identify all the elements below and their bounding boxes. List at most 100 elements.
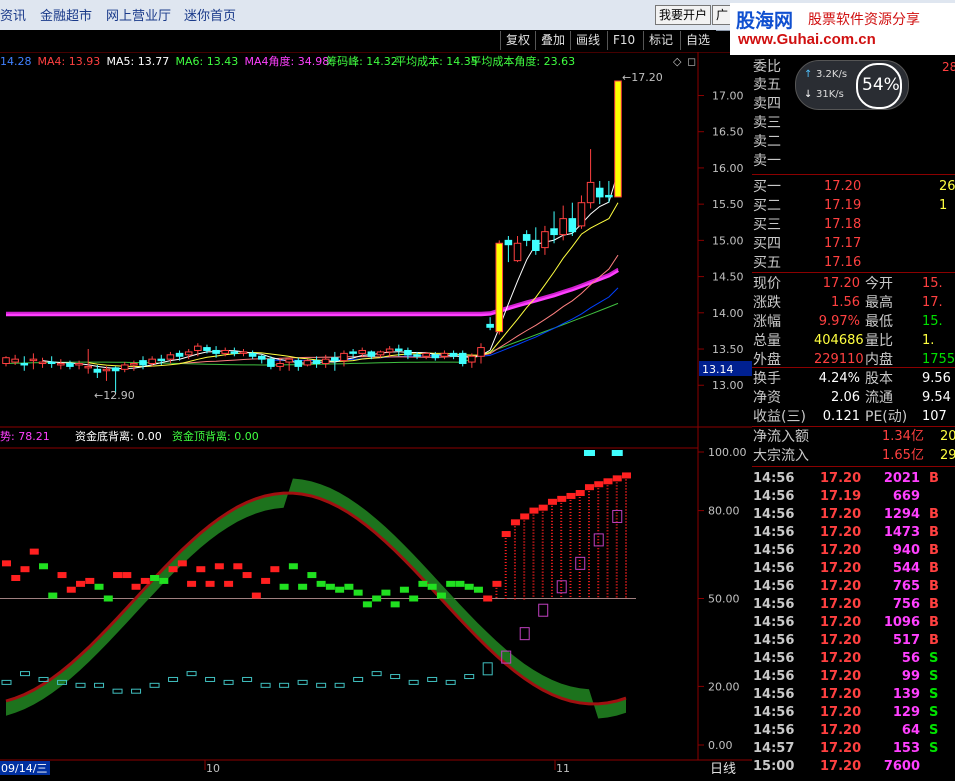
price-axis-label: 13.50 bbox=[712, 343, 744, 356]
fund-flow-extra: 20 bbox=[940, 429, 955, 444]
candle bbox=[595, 187, 604, 198]
indicator-bar bbox=[298, 583, 308, 590]
ma-legend-item: 14.28 bbox=[0, 55, 32, 68]
indicator-box bbox=[112, 688, 123, 694]
indicator-bar bbox=[446, 580, 456, 587]
stat-value: 15. bbox=[922, 276, 943, 291]
tick-price: 17.20 bbox=[820, 507, 862, 522]
stat-label: 今开 bbox=[865, 276, 893, 292]
indicator-bar bbox=[11, 574, 21, 581]
tick-price: 17.20 bbox=[820, 579, 862, 594]
menu-finance-market[interactable]: 金融超市 bbox=[40, 5, 92, 24]
candle bbox=[559, 218, 567, 236]
indicator-box bbox=[1, 679, 12, 685]
toolbar-overlay-button[interactable]: 叠加 bbox=[535, 31, 570, 50]
tick-time: 14:56 bbox=[753, 579, 795, 594]
tick-time: 14:56 bbox=[753, 597, 795, 612]
candle bbox=[321, 358, 330, 365]
indicator-bar bbox=[492, 580, 502, 587]
date-start: 09/14/三 bbox=[1, 762, 47, 775]
indicator-box bbox=[464, 674, 475, 680]
open-account-button[interactable]: 我要开户 bbox=[655, 5, 712, 25]
bid-level-label: 买三 bbox=[753, 217, 781, 233]
restore-icon[interactable]: ◻ bbox=[687, 55, 696, 68]
candle bbox=[367, 351, 376, 357]
guhai-logo[interactable]: 股海网 股票软件资源分享 www.Guhai.com.cn bbox=[730, 3, 955, 55]
stat-value: 2.06 bbox=[831, 390, 860, 405]
candle bbox=[257, 355, 266, 360]
upload-speed: 3.2K/s bbox=[816, 69, 848, 80]
indicator-bar bbox=[538, 504, 548, 511]
menu-mini-home[interactable]: 迷你首页 bbox=[184, 5, 236, 24]
indicator-bar bbox=[612, 475, 622, 482]
period-selector[interactable]: 日线 bbox=[710, 762, 736, 777]
diamond-icon: ◇ bbox=[673, 55, 682, 68]
tick-volume: 765 bbox=[892, 579, 920, 594]
toolbar-mark-button[interactable]: 标记 bbox=[643, 31, 678, 50]
tick-side: B bbox=[929, 507, 939, 522]
indicator-bar bbox=[455, 580, 465, 587]
ad-button[interactable]: 广 bbox=[712, 5, 732, 25]
indicator-bar bbox=[372, 595, 382, 602]
stat-value: 1. bbox=[922, 333, 935, 348]
ask-level-label: 卖四 bbox=[753, 96, 781, 112]
candle bbox=[513, 242, 522, 262]
tick-volume: 99 bbox=[901, 669, 920, 684]
indicator-box bbox=[482, 662, 493, 676]
indicator-axis-label: 100.00 bbox=[708, 446, 747, 459]
stat-label: 最高 bbox=[865, 295, 893, 311]
indicator-box bbox=[279, 682, 290, 688]
quote-panel: 委比 28 卖五 卖四 卖三 卖二 卖一 买一 17.20 26 买二 17.19 1 买三 17.1… bbox=[752, 52, 955, 781]
main-chart[interactable]: 14.28 MA4: 13.93 MA5: 13.77 MA6: 13.43 MA4角度… bbox=[0, 52, 752, 781]
indicator-axis-label: 80.00 bbox=[708, 505, 740, 518]
indicator-axis-label: 0.00 bbox=[708, 739, 733, 752]
fund-flow-label: 大宗流入 bbox=[753, 448, 809, 464]
indicator-bar bbox=[122, 572, 132, 579]
indicator-box bbox=[205, 676, 216, 682]
candle bbox=[285, 358, 293, 363]
bid-price: 17.16 bbox=[824, 255, 862, 270]
tick-time: 15:00 bbox=[753, 759, 795, 774]
menu-news[interactable]: 资讯 bbox=[0, 5, 26, 24]
menu-online-hall[interactable]: 网上营业厅 bbox=[106, 5, 171, 24]
candle bbox=[75, 363, 83, 366]
bid-price: 17.17 bbox=[824, 236, 862, 251]
bid-volume: 26 bbox=[939, 179, 955, 194]
indicator-box bbox=[131, 688, 142, 694]
indicator-box bbox=[408, 679, 419, 685]
toolbar-draw-button[interactable]: 画线 bbox=[570, 31, 605, 50]
tick-price: 17.20 bbox=[820, 687, 862, 702]
price-axis-label: 15.00 bbox=[712, 234, 744, 247]
indicator-bar bbox=[427, 583, 437, 590]
indicator-bar bbox=[288, 563, 298, 570]
indicator-bar bbox=[159, 577, 169, 584]
toolbar-watchlist-button[interactable]: 自选 bbox=[680, 31, 715, 50]
indicator-bar bbox=[66, 586, 76, 593]
candle bbox=[303, 360, 312, 366]
fund-flow-value: 1.65亿 bbox=[882, 448, 924, 463]
indicator-box bbox=[390, 674, 401, 680]
bid-level-label: 买一 bbox=[753, 179, 781, 195]
ma-legend-item: 平均成本: 14.35 bbox=[395, 54, 478, 68]
indicator-box bbox=[75, 682, 86, 688]
candle bbox=[29, 358, 38, 362]
indicator-bar bbox=[390, 601, 400, 608]
stat-label: PE(动) bbox=[865, 409, 908, 425]
indicator-bar bbox=[473, 586, 483, 593]
indicator-bar bbox=[520, 513, 530, 520]
tick-side: B bbox=[929, 525, 939, 540]
candle bbox=[331, 357, 339, 362]
network-speed-widget[interactable]: ↑ 3.2K/s ↓ 31K/s 54% bbox=[795, 60, 909, 110]
tick-price: 17.20 bbox=[820, 741, 862, 756]
indicator-bar bbox=[566, 492, 576, 499]
indicator-top-divergence: 资金顶背离: 0.00 bbox=[172, 429, 259, 443]
date-month-10: 10 bbox=[206, 762, 220, 775]
tick-price: 17.20 bbox=[820, 471, 862, 486]
candle bbox=[111, 367, 120, 372]
toolbar-fuquan-button[interactable]: 复权 bbox=[500, 31, 535, 50]
candle bbox=[449, 352, 458, 357]
tick-side: B bbox=[929, 597, 939, 612]
indicator-box bbox=[316, 682, 327, 688]
tick-volume: 129 bbox=[892, 705, 920, 720]
toolbar-f10-button[interactable]: F10 bbox=[607, 31, 640, 50]
